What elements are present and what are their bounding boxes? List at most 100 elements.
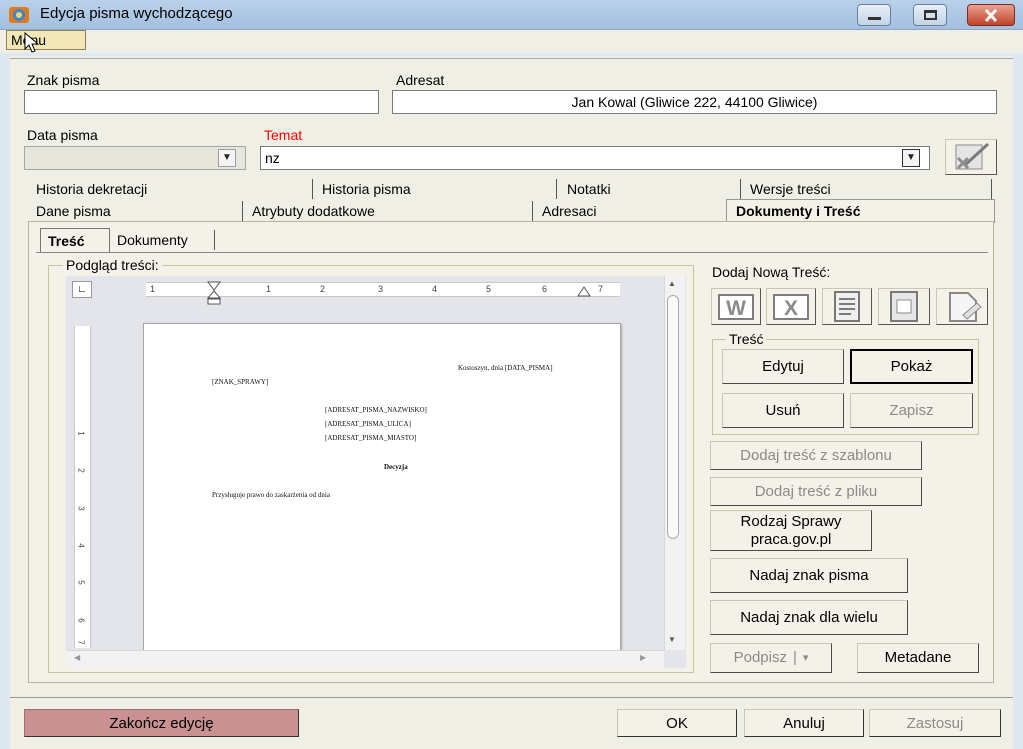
- close-icon: [984, 9, 998, 22]
- doc-addr-city: [ADRESAT_PISMA_MIASTO]: [325, 434, 417, 442]
- chevron-down-icon[interactable]: ▼: [218, 149, 236, 167]
- adresat-label: Adresat: [396, 72, 445, 88]
- doc-place-date: Kostoszyn, dnia [DATA_PISMA]: [458, 364, 553, 372]
- usun-button[interactable]: Usuń: [722, 393, 844, 428]
- znak-label: Znak pisma: [27, 72, 100, 88]
- ruler-number: 6: [542, 284, 548, 294]
- scroll-right-icon[interactable]: ▶: [640, 653, 646, 662]
- add-word-button[interactable]: W: [711, 288, 761, 325]
- vruler-number: 3: [76, 506, 86, 511]
- pokaz-button[interactable]: Pokaż: [850, 349, 973, 384]
- separator-glyph: |: [792, 649, 797, 667]
- horizontal-scrollbar[interactable]: [66, 650, 664, 668]
- tab-historia-pisma[interactable]: Historia pisma: [322, 181, 411, 197]
- adresat-field[interactable]: Jan Kowal (Gliwice 222, 44100 Gliwice): [392, 90, 997, 114]
- footer-divider: [10, 697, 1013, 698]
- doc-znak: [ZNAK_SPRAWY]: [212, 378, 269, 386]
- tab-atrybuty-dodatkowe[interactable]: Atrybuty dodatkowe: [252, 203, 375, 219]
- data-label: Data pisma: [27, 127, 98, 143]
- excel-icon: X: [773, 294, 809, 320]
- top-divider: [10, 58, 1013, 59]
- nadaj-znak-wielu-button[interactable]: Nadaj znak dla wielu: [710, 600, 908, 635]
- podpisz-label: Podpisz: [733, 649, 787, 667]
- podpisz-dropdown-icon[interactable]: ▾: [803, 652, 809, 665]
- subtab-line: [36, 252, 988, 253]
- tab-dokumenty-i-tresc[interactable]: Dokumenty i Treść: [726, 199, 995, 223]
- form-document-icon: [890, 291, 918, 322]
- vruler-number: 4: [76, 543, 86, 548]
- add-excel-button[interactable]: X: [766, 288, 816, 325]
- podpisz-button[interactable]: Podpisz | ▾: [710, 643, 832, 673]
- temat-field[interactable]: nz: [260, 146, 930, 170]
- subtab-tresc-label: Treść: [48, 233, 85, 249]
- tab-separator: [532, 201, 533, 221]
- blank-document-icon: [949, 292, 982, 322]
- maximize-icon: [924, 10, 937, 20]
- scroll-left-icon[interactable]: ◀: [74, 653, 80, 662]
- menu-bar: [0, 30, 1023, 53]
- scroll-up-icon[interactable]: ▲: [668, 279, 676, 288]
- add-text-document-button[interactable]: [822, 288, 872, 325]
- metadane-button[interactable]: Metadane: [857, 643, 979, 673]
- clear-temat-button[interactable]: [945, 139, 997, 175]
- rodzaj-sprawy-line2: praca.gov.pl: [750, 530, 832, 548]
- doc-addr-street: [ADRESAT_PISMA_ULICA]: [325, 420, 411, 428]
- minimize-button[interactable]: [857, 4, 891, 26]
- clear-document-icon: [955, 142, 990, 170]
- add-blank-document-button[interactable]: [936, 288, 988, 325]
- rodzaj-sprawy-button[interactable]: Rodzaj Sprawy praca.gov.pl: [710, 510, 872, 551]
- vruler-numbers: 1 2 3 4 5 6 7: [74, 326, 91, 648]
- preview-title: Podgląd treści:: [63, 257, 162, 273]
- tab-row-top: Historia dekretacji Historia pisma Notat…: [30, 179, 995, 199]
- add-from-file-button[interactable]: Dodaj treść z pliku: [710, 477, 922, 506]
- mouse-cursor-icon: [24, 32, 40, 53]
- znak-field[interactable]: [24, 90, 379, 114]
- tab-dane-pisma[interactable]: Dane pisma: [36, 203, 111, 219]
- nadaj-znak-button[interactable]: Nadaj znak pisma: [710, 558, 908, 593]
- tab-separator: [242, 201, 243, 221]
- tab-stop-icon[interactable]: ∟: [72, 281, 92, 298]
- zapisz-button[interactable]: Zapisz: [850, 393, 973, 428]
- add-form-document-button[interactable]: [878, 288, 930, 325]
- document-page: [143, 323, 621, 653]
- indent-marker-icon[interactable]: [206, 280, 222, 306]
- chevron-down-icon[interactable]: ▼: [902, 149, 920, 167]
- tab-separator: [740, 179, 741, 199]
- tab-historia-dekretacji[interactable]: Historia dekretacji: [36, 181, 147, 197]
- right-indent-marker-icon[interactable]: [577, 286, 591, 298]
- maximize-button[interactable]: [913, 4, 947, 26]
- tab-dokumenty-i-tresc-label: Dokumenty i Treść: [736, 203, 861, 219]
- ruler-number: 2: [320, 284, 326, 294]
- ruler-number: 1: [150, 284, 156, 294]
- anuluj-button[interactable]: Anuluj: [744, 709, 864, 737]
- subtab-tresc[interactable]: Treść: [40, 228, 110, 253]
- menu-button[interactable]: Menu: [6, 30, 86, 50]
- add-from-template-button[interactable]: Dodaj treść z szablonu: [710, 441, 922, 470]
- scrollbar-thumb[interactable]: [667, 295, 679, 539]
- zastosuj-button[interactable]: Zastosuj: [869, 709, 1001, 737]
- edytuj-button[interactable]: Edytuj: [722, 349, 844, 384]
- subtab-dokumenty[interactable]: Dokumenty: [117, 232, 188, 248]
- add-new-label: Dodaj Nową Treść:: [712, 264, 831, 280]
- tab-adresaci[interactable]: Adresaci: [542, 203, 596, 219]
- zakoncz-edycje-button[interactable]: Zakończ edycję: [24, 709, 299, 737]
- data-field[interactable]: [24, 146, 246, 170]
- tab-separator: [312, 179, 313, 199]
- scroll-down-icon[interactable]: ▼: [668, 635, 676, 644]
- doc-addr-name: [ADRESAT_PISMA_NAZWISKO]: [325, 406, 427, 414]
- rodzaj-sprawy-line1: Rodzaj Sprawy: [740, 513, 842, 531]
- vruler-number: 2: [76, 468, 86, 473]
- vruler-number: 6: [76, 618, 86, 623]
- ruler-number: 4: [432, 284, 438, 294]
- vruler-number: 7: [76, 640, 86, 645]
- word-icon: W: [718, 294, 754, 320]
- ruler-number: 5: [486, 284, 492, 294]
- tab-separator: [214, 230, 215, 250]
- tab-notatki[interactable]: Notatki: [567, 181, 611, 197]
- tab-wersje-tresci[interactable]: Wersje treści: [750, 181, 831, 197]
- tresc-group-title: Treść: [726, 331, 767, 347]
- app-icon: [9, 7, 29, 23]
- close-button[interactable]: [967, 4, 1015, 26]
- ok-button[interactable]: OK: [617, 709, 737, 737]
- svg-text:X: X: [784, 297, 798, 320]
